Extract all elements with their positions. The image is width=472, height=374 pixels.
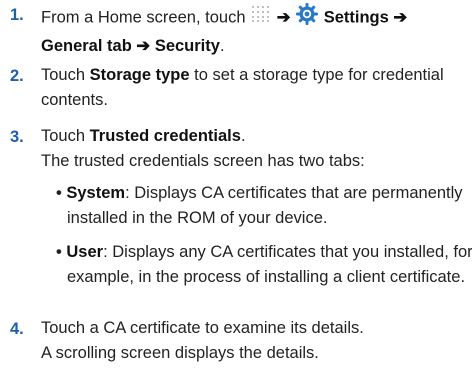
settings-label: Settings [323,8,389,27]
trusted-credentials-label: Trusted credentials [89,127,241,145]
step-line: General tab ➔ Security. [41,34,466,59]
step-intro: The trusted credentials screen has two t… [41,152,365,170]
settings-gear-icon [295,2,319,34]
step-number: 3. [10,128,24,146]
step-line: Touch Storage type to set a storage type… [41,63,466,88]
arrow-symbol: ➔ [136,37,151,55]
tab-word: tab [107,37,132,55]
step-number: 2. [10,67,24,85]
bullet-term: System [66,184,126,202]
apps-grid-icon [250,5,272,31]
step-text: Touch [41,66,86,84]
step-number: 4. [10,320,24,338]
step-text: Touch [41,127,86,145]
step-body: From a Home screen, touch ➔ Settings ➔ G… [41,2,466,59]
bullet-line: example, in the process of installing a … [67,268,466,286]
step-text: to set a storage type for credential [194,66,444,84]
step-line: Touch Trusted credentials. [41,124,466,149]
bullet-text: : Displays CA certificates that are perm… [125,184,463,202]
period: . [219,37,225,55]
arrow-symbol: ➔ [393,8,408,27]
bullet-dot: • [56,184,62,202]
bullet-text: : Displays any CA certificates that you … [103,243,472,261]
bullet-system: • System: Displays CA certificates that … [56,181,468,231]
bullet-dot: • [56,243,62,261]
storage-type-label: Storage type [89,66,190,84]
step-body: Touch a CA certificate to examine its de… [41,316,466,366]
arrow-symbol: ➔ [276,8,291,27]
step-line: A scrolling screen displays the details. [41,344,319,362]
step-body: Touch Storage type to set a storage type… [41,63,466,113]
instruction-document: 1. From a Home screen, touch ➔ Settings … [0,0,472,374]
general-label: General [41,37,103,55]
step-number: 1. [10,6,24,24]
step-line: Touch a CA certificate to examine its de… [41,319,364,337]
security-label: Security [154,37,220,55]
bullet-line: • User: Displays any CA certificates tha… [56,240,472,265]
bullet-line: installed in the ROM of your device. [67,209,328,227]
step-line: From a Home screen, touch ➔ Settings ➔ [41,2,466,34]
bullet-user: • User: Displays any CA certificates tha… [56,240,472,290]
step-text: From a Home screen, touch [41,8,246,27]
step-body: Touch Trusted credentials. The trusted c… [41,124,466,174]
bullet-line: • System: Displays CA certificates that … [56,181,468,206]
period: . [240,127,246,145]
step-line: contents. [41,91,108,109]
bullet-term: User [66,243,104,261]
